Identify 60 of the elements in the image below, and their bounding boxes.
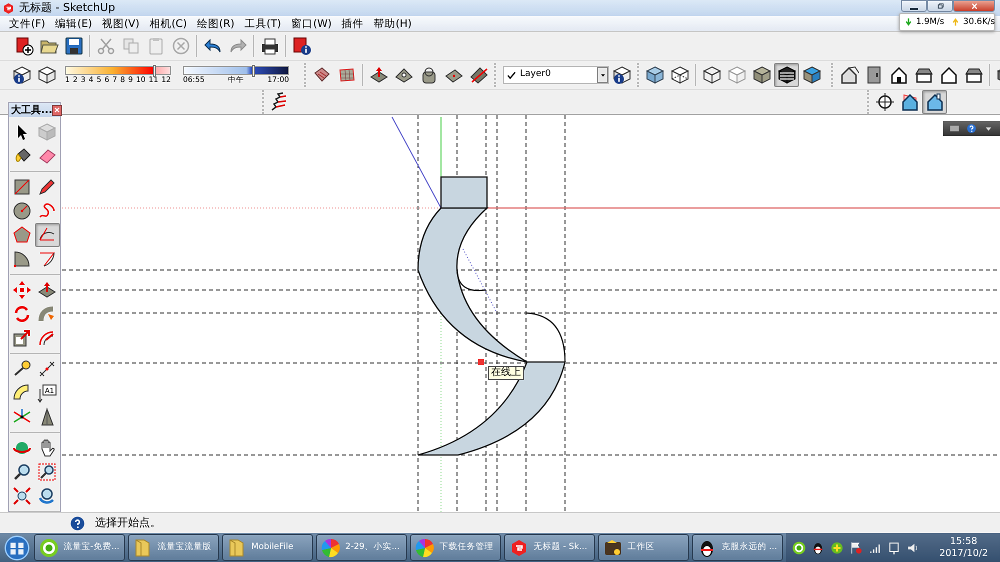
minimize-button[interactable] xyxy=(901,0,927,12)
taskbar-label: 2-29、小实... xyxy=(345,541,400,554)
taskbar-label: MobileFile xyxy=(251,541,294,554)
taskbar-label: 无标题 - Sk... xyxy=(533,541,588,554)
menu-item[interactable]: 绘图(R) xyxy=(192,16,240,30)
toolbox-title: 大工具... xyxy=(11,104,52,118)
taskbar-label: 克服永远的 ... xyxy=(721,541,778,554)
pinwheel-icon xyxy=(415,538,436,558)
help-icon[interactable] xyxy=(70,516,85,530)
menu-item[interactable]: 窗口(W) xyxy=(286,16,337,30)
flag-icon[interactable] xyxy=(849,540,864,554)
restore-button[interactable] xyxy=(927,0,953,12)
clock-date: 2017/10/2 xyxy=(939,548,988,560)
close-button[interactable] xyxy=(953,0,995,12)
menu-item[interactable]: 帮助(H) xyxy=(368,16,417,30)
rectangle-face xyxy=(440,176,488,209)
download-arrow-icon xyxy=(904,17,913,27)
cursor-point xyxy=(478,359,484,365)
taskbar-label: 流量宝流量版 xyxy=(157,541,212,554)
arc-line xyxy=(456,270,486,292)
network-icon[interactable] xyxy=(887,540,902,554)
menu-item[interactable]: 编辑(E) xyxy=(50,16,98,30)
panel-icon[interactable] xyxy=(949,123,960,134)
striped-cube-icon[interactable] xyxy=(774,63,799,87)
arc-icon[interactable] xyxy=(34,223,60,247)
layer-dropdown[interactable]: Layer0 xyxy=(503,66,609,84)
menu-item[interactable]: 插件 xyxy=(336,16,369,30)
slider-thumb[interactable] xyxy=(153,64,156,76)
month-slider[interactable] xyxy=(65,66,171,74)
taskbar-label: 工作区 xyxy=(627,541,654,554)
upload-arrow-icon xyxy=(951,17,960,27)
menu-item[interactable]: 文件(F) xyxy=(4,16,50,30)
tooltip: 在线上 xyxy=(488,366,524,380)
start-button[interactable] xyxy=(2,534,32,562)
pinwheel-icon xyxy=(321,538,342,558)
menu-item[interactable]: 工具(T) xyxy=(239,16,286,30)
wallet-icon xyxy=(603,538,624,558)
taskbar-label: 流量宝-免费... xyxy=(63,541,120,554)
slider-thumb[interactable] xyxy=(252,64,255,76)
close-button[interactable] xyxy=(52,104,62,116)
ring-logo-icon xyxy=(39,538,60,558)
help-icon[interactable] xyxy=(966,123,977,134)
clock-time: 15:58 xyxy=(950,536,978,548)
status-text: 选择开始点。 xyxy=(95,514,161,531)
time-slider[interactable] xyxy=(183,66,289,74)
sketchup-logo-icon xyxy=(2,2,15,14)
arc-line xyxy=(526,312,566,362)
plus-icon[interactable] xyxy=(830,540,844,554)
inference-line xyxy=(462,248,498,314)
menu-item[interactable]: 视图(V) xyxy=(97,16,144,30)
close-icon xyxy=(53,106,62,114)
minimize-icon xyxy=(910,8,918,10)
download-speed: 1.9M/s xyxy=(916,16,944,28)
menu-item[interactable]: 相机(C) xyxy=(144,16,192,30)
layer-name: Layer0 xyxy=(520,68,552,82)
house-icon[interactable] xyxy=(922,90,947,114)
taskbar-label: 下载任务管理 xyxy=(439,541,494,554)
ring-logo-icon[interactable] xyxy=(792,540,806,554)
window-title: 无标题 - SketchUp xyxy=(19,0,116,16)
upload-speed: 30.6K/s xyxy=(963,16,995,28)
